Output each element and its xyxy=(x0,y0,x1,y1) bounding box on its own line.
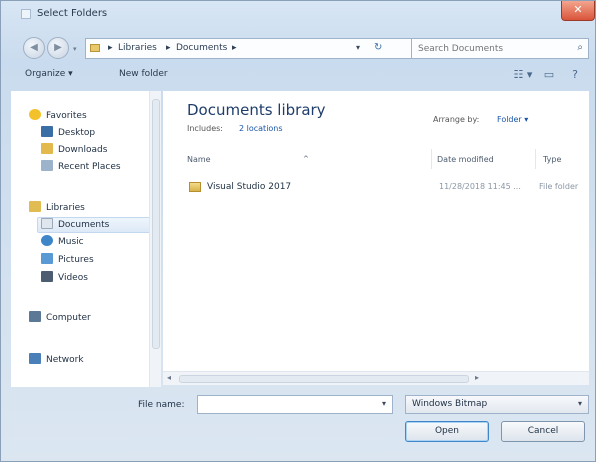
star-icon xyxy=(29,109,41,120)
file-list-pane: Documents library Includes: 2 locations … xyxy=(163,91,589,371)
nav-documents[interactable]: Documents xyxy=(37,217,157,233)
arrange-by-label: Arrange by: xyxy=(433,115,480,124)
breadcrumb-documents[interactable]: Documents xyxy=(176,43,227,53)
nav-downloads[interactable]: Downloads xyxy=(41,143,107,159)
folder-icon xyxy=(189,182,201,192)
navigation-scrollbar[interactable] xyxy=(149,91,161,387)
column-divider[interactable] xyxy=(431,149,432,169)
nav-label: Documents xyxy=(58,220,110,230)
forward-button[interactable]: ▶ xyxy=(47,37,69,59)
file-name: Visual Studio 2017 xyxy=(207,182,292,192)
column-header-date[interactable]: Date modified xyxy=(437,155,494,164)
documents-icon xyxy=(41,218,53,229)
column-header-type[interactable]: Type xyxy=(543,155,561,164)
scrollbar-thumb[interactable] xyxy=(152,99,160,349)
file-type-filter-value: Windows Bitmap xyxy=(412,399,488,409)
column-divider[interactable] xyxy=(535,149,536,169)
nav-label: Computer xyxy=(46,313,91,323)
cancel-button[interactable]: Cancel xyxy=(501,421,585,442)
preview-pane-icon[interactable]: ▭ xyxy=(541,67,557,83)
organize-button[interactable]: Organize ▾ xyxy=(25,69,73,79)
breadcrumb-separator: ▸ xyxy=(108,43,113,53)
nav-desktop[interactable]: Desktop xyxy=(41,126,95,142)
breadcrumb-libraries[interactable]: Libraries xyxy=(118,43,157,53)
network-icon xyxy=(29,353,41,364)
videos-icon xyxy=(41,271,53,282)
folder-icon xyxy=(90,44,100,52)
nav-label: Videos xyxy=(58,273,88,283)
new-folder-button[interactable]: New folder xyxy=(119,69,168,79)
nav-label: Music xyxy=(58,237,84,247)
select-folders-dialog: Select Folders ✕ ◀ ▶ ▾ ▸ Libraries ▸ Doc… xyxy=(0,0,596,462)
computer-icon xyxy=(29,311,41,322)
help-icon[interactable]: ? xyxy=(567,67,583,83)
file-name-label: File name: xyxy=(138,400,185,410)
file-type: File folder xyxy=(539,182,579,191)
chevron-down-icon: ▾ xyxy=(577,399,582,408)
libraries-icon xyxy=(29,201,41,212)
refresh-icon[interactable]: ↻ xyxy=(374,42,382,53)
nav-music[interactable]: Music xyxy=(41,235,84,251)
horizontal-scrollbar[interactable]: ◂ ▸ xyxy=(163,371,589,385)
column-header-name[interactable]: Name xyxy=(187,155,211,164)
open-button[interactable]: Open xyxy=(405,421,489,442)
nav-label: Libraries xyxy=(46,203,85,213)
nav-network[interactable]: Network xyxy=(29,353,84,369)
recent-locations-icon[interactable]: ▾ xyxy=(73,45,77,53)
nav-libraries[interactable]: Libraries xyxy=(29,201,85,217)
toolbar: Organize ▾ New folder ☷ ▾ ▭ ? xyxy=(11,65,587,87)
search-icon[interactable]: ⌕ xyxy=(577,42,583,53)
navigation-pane: Favorites Desktop Downloads Recent Place… xyxy=(11,91,159,387)
change-view-icon[interactable]: ☷ ▾ xyxy=(511,67,535,83)
nav-label: Favorites xyxy=(46,111,87,121)
file-date-modified: 11/28/2018 11:45 ... xyxy=(439,182,521,191)
nav-label: Desktop xyxy=(58,128,96,138)
back-button[interactable]: ◀ xyxy=(23,37,45,59)
pictures-icon xyxy=(41,253,53,264)
library-title: Documents library xyxy=(187,101,326,119)
nav-label: Network xyxy=(46,355,84,365)
close-button[interactable]: ✕ xyxy=(561,1,595,21)
nav-videos[interactable]: Videos xyxy=(41,271,88,287)
includes-label: Includes: xyxy=(187,124,223,133)
nav-pictures[interactable]: Pictures xyxy=(41,253,94,269)
recent-places-icon xyxy=(41,160,53,171)
file-name-dropdown-icon[interactable]: ▾ xyxy=(382,399,386,408)
nav-label: Pictures xyxy=(58,255,94,265)
window-icon xyxy=(21,9,31,19)
file-type-filter[interactable]: Windows Bitmap ▾ xyxy=(405,395,589,414)
title-bar: Select Folders ✕ xyxy=(1,1,595,29)
nav-favorites[interactable]: Favorites xyxy=(29,109,87,125)
breadcrumb-separator: ▸ xyxy=(166,43,171,53)
address-dropdown-icon[interactable]: ▾ xyxy=(356,43,360,52)
scroll-left-icon[interactable]: ◂ xyxy=(167,373,171,382)
file-row[interactable]: Visual Studio 2017 11/28/2018 11:45 ... … xyxy=(177,179,587,197)
nav-label: Recent Places xyxy=(58,162,121,172)
nav-recent-places[interactable]: Recent Places xyxy=(41,160,121,176)
breadcrumb-separator: ▸ xyxy=(232,43,237,53)
window-title: Select Folders xyxy=(37,8,108,19)
downloads-icon xyxy=(41,143,53,154)
scroll-right-icon[interactable]: ▸ xyxy=(475,373,479,382)
sort-arrow-icon: ^ xyxy=(303,155,309,163)
arrange-by-dropdown[interactable]: Folder ▾ xyxy=(497,115,528,124)
file-name-input[interactable] xyxy=(197,395,393,414)
music-icon xyxy=(41,235,53,246)
desktop-icon xyxy=(41,126,53,137)
nav-computer[interactable]: Computer xyxy=(29,311,91,327)
search-box[interactable]: ⌕ xyxy=(411,38,589,59)
scrollbar-thumb[interactable] xyxy=(179,375,469,383)
address-bar[interactable]: ▸ Libraries ▸ Documents ▸ ▾ ↻ xyxy=(85,38,413,59)
search-input[interactable] xyxy=(418,42,568,56)
nav-label: Downloads xyxy=(58,145,108,155)
locations-link[interactable]: 2 locations xyxy=(239,124,283,133)
